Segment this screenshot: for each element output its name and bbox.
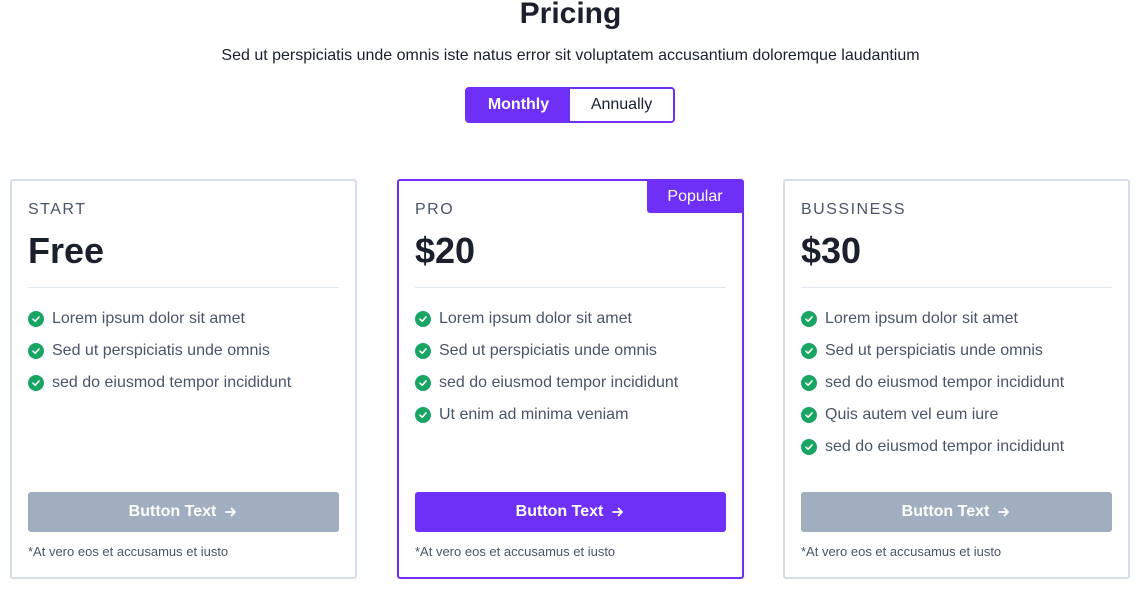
plan-price: Free: [28, 230, 105, 271]
business-plan-button[interactable]: Button Text: [801, 492, 1112, 532]
start-plan-button[interactable]: Button Text: [28, 492, 339, 532]
plan-note: *At vero eos et accusamus et iusto: [28, 544, 229, 559]
feature-text: sed do eiusmod tempor incididunt: [52, 374, 292, 391]
check-circle-icon: [801, 375, 817, 391]
divider: [801, 287, 1112, 288]
check-circle-icon: [415, 311, 431, 327]
arrow-right-icon: [997, 505, 1011, 519]
plan-name: START: [28, 201, 87, 218]
divider: [28, 287, 339, 288]
plan-price: $30: [801, 230, 862, 271]
billing-toggle: Monthly Annually: [465, 87, 675, 123]
feature-item: Sed ut perspiciatis unde omnis: [415, 335, 726, 367]
arrow-right-icon: [224, 505, 238, 519]
feature-text: Sed ut perspiciatis unde omnis: [825, 342, 1043, 359]
feature-item: Lorem ipsum dolor sit amet: [28, 303, 339, 335]
feature-text: sed do eiusmod tempor incididunt: [825, 374, 1065, 391]
plan-name: BUSSINESS: [801, 201, 907, 218]
feature-item: Ut enim ad minima veniam: [415, 399, 726, 431]
feature-text: sed do eiusmod tempor incididunt: [439, 374, 679, 391]
feature-list: Lorem ipsum dolor sit amet Sed ut perspi…: [28, 303, 339, 399]
feature-item: sed do eiusmod tempor incididunt: [801, 367, 1112, 399]
check-circle-icon: [415, 407, 431, 423]
feature-item: Lorem ipsum dolor sit amet: [415, 303, 726, 335]
check-circle-icon: [801, 407, 817, 423]
button-label: Button Text: [515, 503, 604, 520]
plan-note: *At vero eos et accusamus et iusto: [415, 544, 616, 559]
feature-item: sed do eiusmod tempor incididunt: [801, 431, 1112, 463]
feature-text: sed do eiusmod tempor incididunt: [825, 438, 1065, 455]
check-circle-icon: [28, 375, 44, 391]
check-circle-icon: [28, 311, 44, 327]
feature-item: Sed ut perspiciatis unde omnis: [801, 335, 1112, 367]
feature-item: Lorem ipsum dolor sit amet: [801, 303, 1112, 335]
plan-name: PRO: [415, 201, 455, 218]
feature-item: Sed ut perspiciatis unde omnis: [28, 335, 339, 367]
check-circle-icon: [28, 343, 44, 359]
feature-item: sed do eiusmod tempor incididunt: [415, 367, 726, 399]
feature-list: Lorem ipsum dolor sit amet Sed ut perspi…: [415, 303, 726, 431]
page-title: Pricing: [519, 0, 622, 30]
plan-card-business: BUSSINESS $30 Lorem ipsum dolor sit amet…: [783, 179, 1130, 579]
plan-price: $20: [415, 230, 476, 271]
feature-text: Ut enim ad minima veniam: [439, 406, 629, 423]
feature-text: Lorem ipsum dolor sit amet: [52, 310, 245, 327]
arrow-right-icon: [611, 505, 625, 519]
check-circle-icon: [415, 343, 431, 359]
feature-item: sed do eiusmod tempor incididunt: [28, 367, 339, 399]
plan-card-start: START Free Lorem ipsum dolor sit amet Se…: [10, 179, 357, 579]
feature-text: Quis autem vel eum iure: [825, 406, 999, 423]
divider: [415, 287, 726, 288]
feature-text: Lorem ipsum dolor sit amet: [825, 310, 1018, 327]
popular-badge: Popular: [647, 180, 743, 213]
toggle-annually[interactable]: Annually: [570, 89, 673, 121]
check-circle-icon: [801, 311, 817, 327]
button-label: Button Text: [128, 503, 217, 520]
plan-card-pro: Popular PRO $20 Lorem ipsum dolor sit am…: [397, 179, 744, 579]
check-circle-icon: [801, 343, 817, 359]
button-label: Button Text: [901, 503, 990, 520]
feature-text: Sed ut perspiciatis unde omnis: [52, 342, 270, 359]
toggle-monthly[interactable]: Monthly: [467, 89, 570, 121]
pro-plan-button[interactable]: Button Text: [415, 492, 726, 532]
page-subtitle: Sed ut perspiciatis unde omnis iste natu…: [221, 47, 920, 64]
feature-item: Quis autem vel eum iure: [801, 399, 1112, 431]
feature-text: Lorem ipsum dolor sit amet: [439, 310, 632, 327]
check-circle-icon: [415, 375, 431, 391]
plan-note: *At vero eos et accusamus et iusto: [801, 544, 1002, 559]
feature-text: Sed ut perspiciatis unde omnis: [439, 342, 657, 359]
check-circle-icon: [801, 439, 817, 455]
feature-list: Lorem ipsum dolor sit amet Sed ut perspi…: [801, 303, 1112, 463]
